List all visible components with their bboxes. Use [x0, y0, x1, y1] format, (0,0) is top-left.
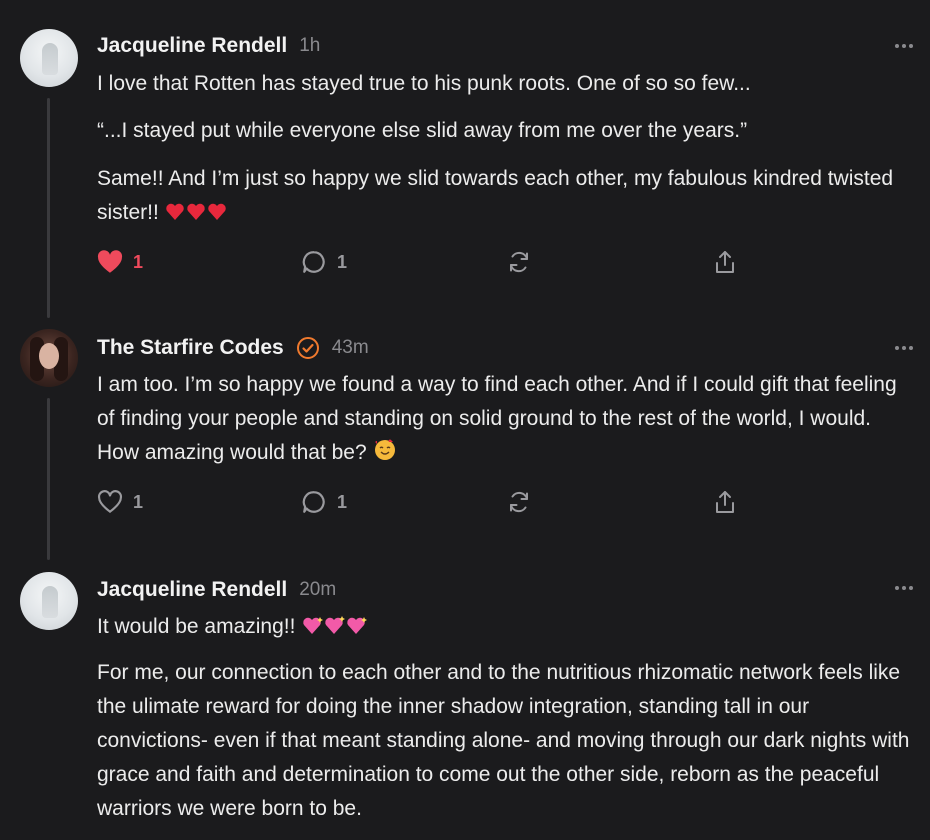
reply-count: 1 — [337, 251, 348, 272]
heart-icon — [97, 250, 123, 273]
red-hearts-emoji — [165, 203, 226, 220]
post-text: For me, our connection to each other and… — [97, 661, 910, 820]
thread-line — [47, 398, 50, 560]
reply-icon — [302, 491, 325, 513]
heart-icon — [98, 490, 122, 513]
like-button[interactable]: 1 — [97, 247, 143, 277]
author-name[interactable]: Jacqueline Rendell — [97, 34, 287, 58]
more-icon[interactable] — [894, 582, 914, 594]
post-text: I am too. I’m so happy we found a way to… — [97, 368, 917, 470]
reply-button[interactable]: 1 — [301, 247, 347, 277]
author-name[interactable]: The Starfire Codes — [97, 336, 284, 360]
post-time[interactable]: 20m — [299, 579, 336, 601]
post-time[interactable]: 43m — [332, 337, 369, 359]
sparkling-hearts-emoji — [303, 616, 368, 634]
reply-button[interactable]: 1 — [301, 487, 347, 517]
repost-icon — [510, 251, 528, 273]
post-text-body: It would be amazing!! — [97, 615, 296, 638]
more-icon[interactable] — [894, 40, 914, 52]
post-time[interactable]: 1h — [299, 35, 320, 57]
post-header: Jacqueline Rendell 20m — [97, 575, 336, 605]
thread-line — [47, 98, 50, 318]
like-button[interactable]: 1 — [97, 487, 143, 517]
reply-icon — [302, 251, 325, 273]
post-actions: 1 1 — [97, 247, 757, 277]
smiling-face-with-hearts-emoji — [374, 439, 395, 460]
more-icon[interactable] — [894, 342, 914, 354]
author-name[interactable]: Jacqueline Rendell — [97, 578, 287, 602]
share-button[interactable] — [713, 487, 737, 517]
avatar[interactable] — [20, 329, 78, 387]
post-text: “...I stayed put while everyone else sli… — [97, 119, 748, 142]
share-icon — [716, 251, 734, 273]
reply-count: 1 — [337, 491, 348, 512]
share-icon — [716, 491, 734, 513]
repost-button[interactable] — [507, 247, 531, 277]
post-text: Same!! And I’m just so happy we slid tow… — [97, 162, 917, 230]
like-count: 1 — [133, 491, 144, 512]
post-text-body: I am too. I’m so happy we found a way to… — [97, 373, 897, 464]
avatar[interactable] — [20, 572, 78, 630]
avatar[interactable] — [20, 29, 78, 87]
verified-icon — [296, 337, 319, 359]
post-text: It would be amazing!! — [97, 610, 917, 644]
repost-button[interactable] — [507, 487, 531, 517]
post-header: Jacqueline Rendell 1h — [97, 31, 320, 61]
like-count: 1 — [133, 251, 144, 272]
repost-icon — [510, 491, 528, 513]
post-actions: 1 1 — [97, 487, 757, 517]
share-button[interactable] — [713, 247, 737, 277]
post-header: The Starfire Codes 43m — [97, 333, 369, 363]
post-text: I love that Rotten has stayed true to hi… — [97, 72, 751, 95]
